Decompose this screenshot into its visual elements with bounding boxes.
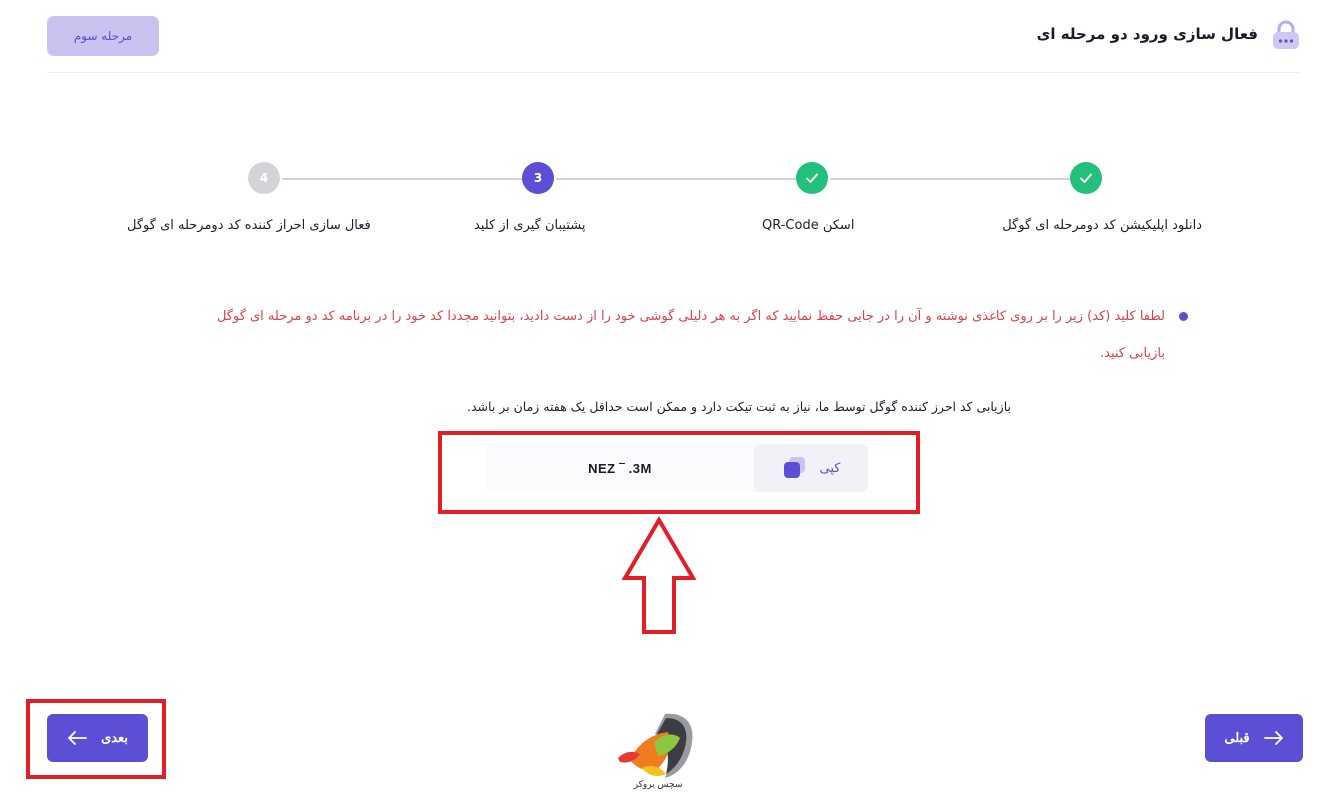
step-1-label: دانلود اپلیکیشن کد دومرحله ای گوگل — [1002, 218, 1202, 233]
stepper: 3 4 دانلود اپلیکیشن کد دومرحله ای گوگل ا… — [0, 0, 1340, 260]
step-4-label: فعال سازی احراز کننده کد دومرحله ای گوگل — [127, 218, 371, 233]
warning-note: لطفا کلید (کد) زیر را بر روی کاغذی نوشته… — [180, 298, 1190, 372]
step-connector — [282, 178, 522, 180]
warning-note-text: لطفا کلید (کد) زیر را بر روی کاغذی نوشته… — [216, 309, 1165, 361]
prev-button-label: قبلی — [1224, 730, 1250, 745]
bullet-dot — [1179, 312, 1188, 321]
fox-logo-icon — [618, 713, 693, 778]
check-icon — [1080, 173, 1092, 183]
brand-logo: سچس بروکر — [610, 712, 700, 793]
step-3-label: پشتیبان گیری از کلید — [474, 218, 586, 233]
step-connector — [556, 178, 796, 180]
arrow-right-icon — [1263, 731, 1283, 745]
arrow-left-icon — [68, 731, 87, 745]
prev-button[interactable]: قبلی — [1205, 714, 1303, 762]
next-button-label: بعدی — [101, 730, 128, 745]
step-2-label: اسکن QR-Code — [762, 218, 855, 233]
step-3-number: 3 — [522, 162, 554, 194]
step-4-number: 4 — [248, 162, 280, 194]
highlight-frame-code — [438, 431, 920, 514]
recovery-info: بازیابی کد احرز کننده گوگل توسط ما، نیاز… — [467, 399, 1011, 414]
step-1-check — [1070, 162, 1102, 194]
next-button[interactable]: بعدی — [47, 714, 148, 762]
step-2-check — [796, 162, 828, 194]
check-icon — [806, 173, 818, 183]
logo-text: سچس بروکر — [633, 780, 683, 790]
step-connector — [830, 178, 1070, 180]
arrow-up-icon — [622, 516, 696, 634]
